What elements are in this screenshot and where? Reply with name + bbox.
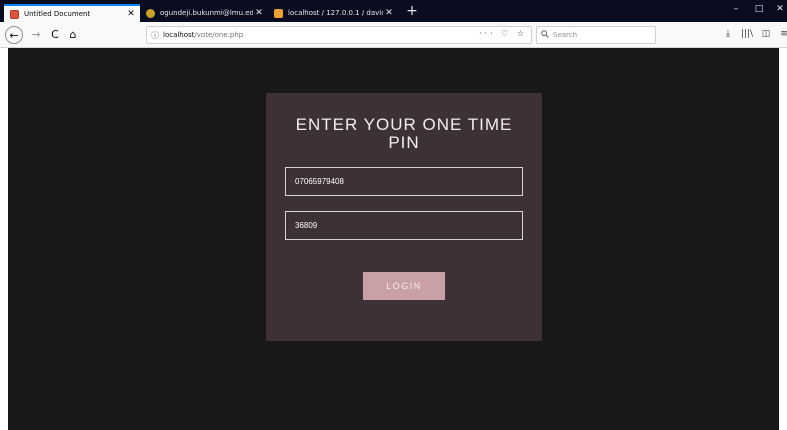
phpmyadmin-favicon-icon xyxy=(274,8,283,18)
tab-phpmyadmin[interactable]: localhost / 127.0.0.1 / david / v ✕ xyxy=(270,4,398,22)
info-icon[interactable]: ⓘ xyxy=(147,30,163,41)
back-icon[interactable]: ← xyxy=(5,26,23,44)
page-actions-icons[interactable]: ··· ♡ ☆ xyxy=(479,29,527,38)
tab-title: localhost / 127.0.0.1 / david / v xyxy=(288,9,383,17)
search-icon xyxy=(541,30,549,40)
search-box[interactable]: Search xyxy=(536,26,656,44)
page-left-edge xyxy=(0,48,8,430)
page-viewport: ENTER YOUR ONE TIME PIN LOGIN xyxy=(0,48,787,430)
mail-favicon-icon xyxy=(146,8,155,18)
download-icon[interactable]: ⤓ xyxy=(721,29,735,39)
otp-title: ENTER YOUR ONE TIME PIN xyxy=(295,115,513,152)
url-path: /vote/one.php xyxy=(194,31,244,39)
menu-icon[interactable]: ≡ xyxy=(777,29,787,39)
library-icon[interactable]: |||\ xyxy=(740,29,754,39)
document-favicon-icon xyxy=(10,9,19,19)
reload-icon[interactable]: C xyxy=(46,26,64,44)
navigation-bar: ← → C ⌂ ⓘ localhost /vote/one.php ··· ♡ … xyxy=(0,22,787,48)
home-icon[interactable]: ⌂ xyxy=(64,26,82,44)
page-right-edge xyxy=(779,48,787,430)
tab-title: Untitled Document xyxy=(24,10,91,18)
tab-bar: Untitled Document ✕ ogundeji.bukunmi@lmu… xyxy=(0,0,787,22)
forward-icon[interactable]: → xyxy=(27,26,45,44)
close-tab-icon[interactable]: ✕ xyxy=(253,8,265,18)
otp-card: ENTER YOUR ONE TIME PIN LOGIN xyxy=(266,93,542,341)
search-placeholder: Search xyxy=(553,31,578,39)
tab-email[interactable]: ogundeji.bukunmi@lmu.edu.n ✕ xyxy=(142,4,268,22)
tab-title: ogundeji.bukunmi@lmu.edu.n xyxy=(160,9,253,17)
tab-untitled-document[interactable]: Untitled Document ✕ xyxy=(4,4,140,22)
close-tab-icon[interactable]: ✕ xyxy=(383,8,395,18)
url-bar[interactable]: ⓘ localhost /vote/one.php ··· ♡ ☆ xyxy=(146,26,532,44)
minimize-icon[interactable]: – xyxy=(729,4,743,14)
sidebar-icon[interactable]: ◫ xyxy=(759,29,773,39)
close-window-icon[interactable]: ✕ xyxy=(773,4,787,14)
login-button[interactable]: LOGIN xyxy=(363,272,445,300)
url-host: localhost xyxy=(163,31,195,39)
phone-input[interactable] xyxy=(285,167,523,196)
pin-input[interactable] xyxy=(285,211,523,240)
restore-icon[interactable]: □ xyxy=(752,4,766,14)
close-tab-icon[interactable]: ✕ xyxy=(125,9,137,19)
new-tab-button[interactable]: + xyxy=(404,3,420,19)
